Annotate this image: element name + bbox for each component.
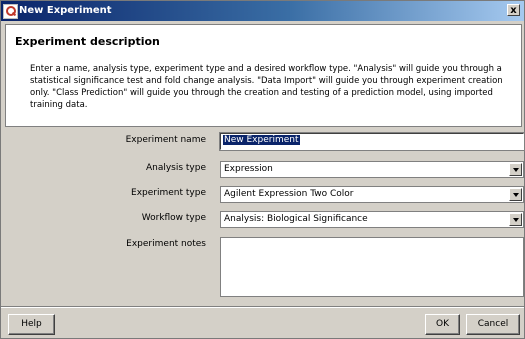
new-experiment-dialog: New Experiment x Experiment description … bbox=[0, 0, 525, 339]
experiment-notes-field[interactable] bbox=[220, 237, 524, 297]
workflow-type-value: Analysis: Biological Significance bbox=[224, 214, 368, 224]
experiment-notes-label: Experiment notes bbox=[126, 239, 206, 249]
description-heading: Experiment description bbox=[15, 35, 160, 48]
window-title: New Experiment bbox=[19, 5, 112, 16]
analysis-type-value: Expression bbox=[224, 164, 273, 174]
button-bar-divider bbox=[1, 306, 524, 308]
workflow-type-select[interactable]: Analysis: Biological Significance bbox=[220, 211, 524, 228]
magnifier-app-icon bbox=[3, 4, 18, 19]
close-button[interactable]: x bbox=[507, 4, 520, 16]
description-panel: Experiment description Enter a name, ana… bbox=[5, 24, 522, 127]
experiment-name-label: Experiment name bbox=[125, 135, 206, 145]
analysis-type-select[interactable]: Expression bbox=[220, 161, 524, 178]
help-button[interactable]: Help bbox=[8, 314, 55, 335]
chevron-down-icon[interactable] bbox=[509, 188, 522, 201]
chevron-down-icon[interactable] bbox=[509, 163, 522, 176]
analysis-type-label: Analysis type bbox=[145, 163, 206, 173]
cancel-button[interactable]: Cancel bbox=[466, 314, 520, 335]
description-text: Enter a name, analysis type, experiment … bbox=[30, 64, 503, 110]
experiment-name-value: New Experiment bbox=[223, 135, 300, 145]
title-bar[interactable]: New Experiment x bbox=[1, 1, 524, 21]
experiment-name-field[interactable]: New Experiment bbox=[219, 132, 525, 151]
experiment-type-select[interactable]: Agilent Expression Two Color bbox=[220, 186, 524, 203]
ok-button[interactable]: OK bbox=[425, 314, 460, 335]
workflow-type-label: Workflow type bbox=[141, 213, 206, 223]
experiment-type-label: Experiment type bbox=[131, 188, 206, 198]
chevron-down-icon[interactable] bbox=[509, 213, 522, 226]
experiment-type-value: Agilent Expression Two Color bbox=[224, 189, 354, 199]
